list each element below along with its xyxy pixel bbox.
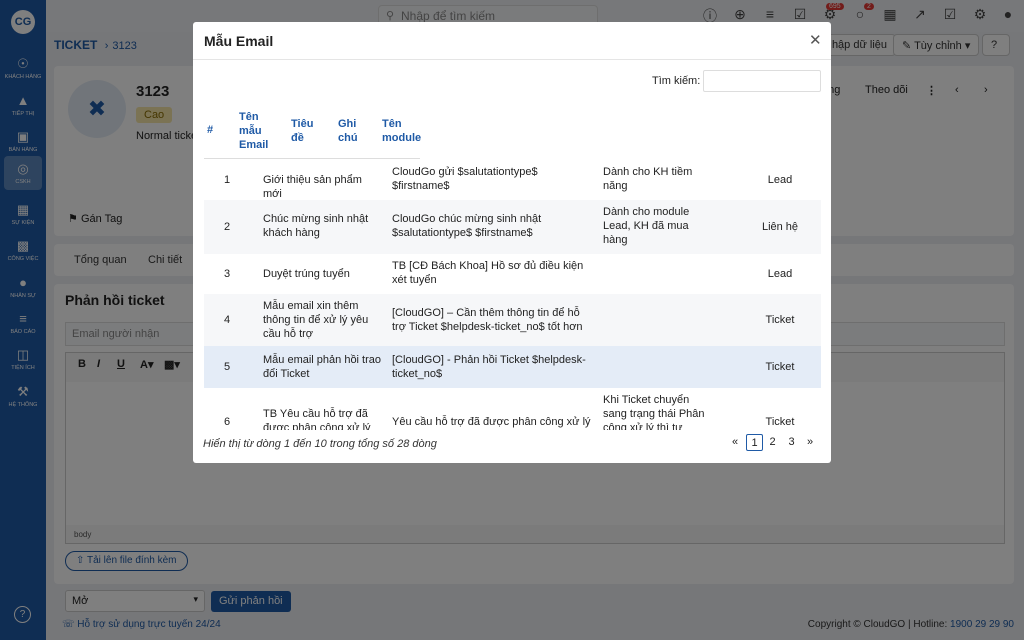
pagination-prev[interactable]: « bbox=[728, 434, 742, 451]
table-info: Hiển thị từ dòng 1 đến 10 trong tổng số … bbox=[203, 438, 437, 450]
table-row[interactable]: 2 Chúc mừng sinh nhật khách hàng CloudGo… bbox=[204, 200, 821, 254]
row-name: Giới thiệu sản phẩm mới bbox=[263, 174, 362, 200]
table-row[interactable]: 4 Mẫu email xin thêm thông tin để xử lý … bbox=[204, 294, 821, 346]
modal-divider bbox=[193, 59, 831, 60]
modal-search-label: Tìm kiếm: bbox=[652, 75, 701, 87]
row-module: Ticket bbox=[765, 361, 795, 373]
row-module: Ticket bbox=[765, 416, 795, 428]
row-name: Mẫu email phản hồi trao đổi Ticket bbox=[263, 354, 382, 380]
row-title: CloudGo gửi $salutationtype$ $firstname$ bbox=[392, 166, 538, 192]
email-template-modal: Mẫu Email ✕ Tìm kiếm: # Tên mẫu Email Ti… bbox=[193, 22, 831, 463]
row-name: Mẫu email xin thêm thông tin để xử lý yê… bbox=[263, 300, 369, 340]
pagination-page[interactable]: 3 bbox=[783, 434, 800, 451]
row-no: 6 bbox=[224, 416, 231, 428]
row-title: [CloudGO] – Cần thêm thông tin để hỗ trợ… bbox=[392, 307, 583, 333]
row-name: Chúc mừng sinh nhật khách hàng bbox=[263, 213, 369, 239]
row-title: Yêu cầu hỗ trợ đã được phân công xử lý bbox=[392, 416, 591, 428]
modal-title: Mẫu Email bbox=[204, 33, 274, 49]
pagination-page[interactable]: 1 bbox=[746, 434, 763, 451]
row-note: Khi Ticket chuyển sang trạng thái Phân c… bbox=[603, 394, 705, 430]
row-name: TB Yêu cầu hỗ trợ đã được phân công xử l… bbox=[263, 408, 371, 430]
row-title: [CloudGO] - Phản hồi Ticket $helpdesk-ti… bbox=[392, 354, 586, 380]
row-module: Liên hệ bbox=[761, 221, 799, 233]
column-header-module[interactable]: Tên module bbox=[382, 117, 422, 145]
modal-search-input[interactable] bbox=[703, 70, 821, 92]
table-row[interactable]: 1 Giới thiệu sản phẩm mới CloudGo gửi $s… bbox=[204, 160, 821, 200]
table-header-divider bbox=[204, 158, 420, 159]
table-row[interactable]: 5 Mẫu email phản hồi trao đổi Ticket [Cl… bbox=[204, 346, 821, 388]
row-title: CloudGo chúc mừng sinh nhật $salutationt… bbox=[392, 213, 542, 239]
pagination-page[interactable]: 2 bbox=[764, 434, 781, 451]
column-header-note[interactable]: Ghi chú bbox=[338, 117, 368, 145]
row-no: 4 bbox=[224, 314, 231, 326]
close-icon[interactable]: ✕ bbox=[809, 31, 822, 49]
row-module: Ticket bbox=[765, 314, 795, 326]
row-module: Lead bbox=[767, 268, 793, 280]
row-no: 1 bbox=[224, 174, 231, 186]
row-note: Dành cho module Lead, KH đã mua hàng bbox=[603, 206, 690, 246]
row-no: 2 bbox=[224, 221, 231, 233]
row-name: Duyệt trúng tuyển bbox=[263, 268, 350, 280]
row-no: 3 bbox=[224, 268, 231, 280]
pagination-next[interactable]: » bbox=[803, 434, 817, 451]
row-no: 5 bbox=[224, 361, 231, 373]
column-header-title[interactable]: Tiêu đề bbox=[291, 117, 321, 145]
row-title: TB [CĐ Bách Khoa] Hồ sơ đủ điều kiện xét… bbox=[392, 260, 584, 286]
row-note: Dành cho KH tiềm năng bbox=[603, 166, 693, 192]
row-module: Lead bbox=[767, 174, 793, 186]
table-row[interactable]: 6 TB Yêu cầu hỗ trợ đã được phân công xử… bbox=[204, 388, 821, 430]
column-header-no[interactable]: # bbox=[207, 124, 213, 136]
table-row[interactable]: 3 Duyệt trúng tuyển TB [CĐ Bách Khoa] Hồ… bbox=[204, 254, 821, 294]
column-header-name[interactable]: Tên mẫu Email bbox=[239, 110, 279, 152]
